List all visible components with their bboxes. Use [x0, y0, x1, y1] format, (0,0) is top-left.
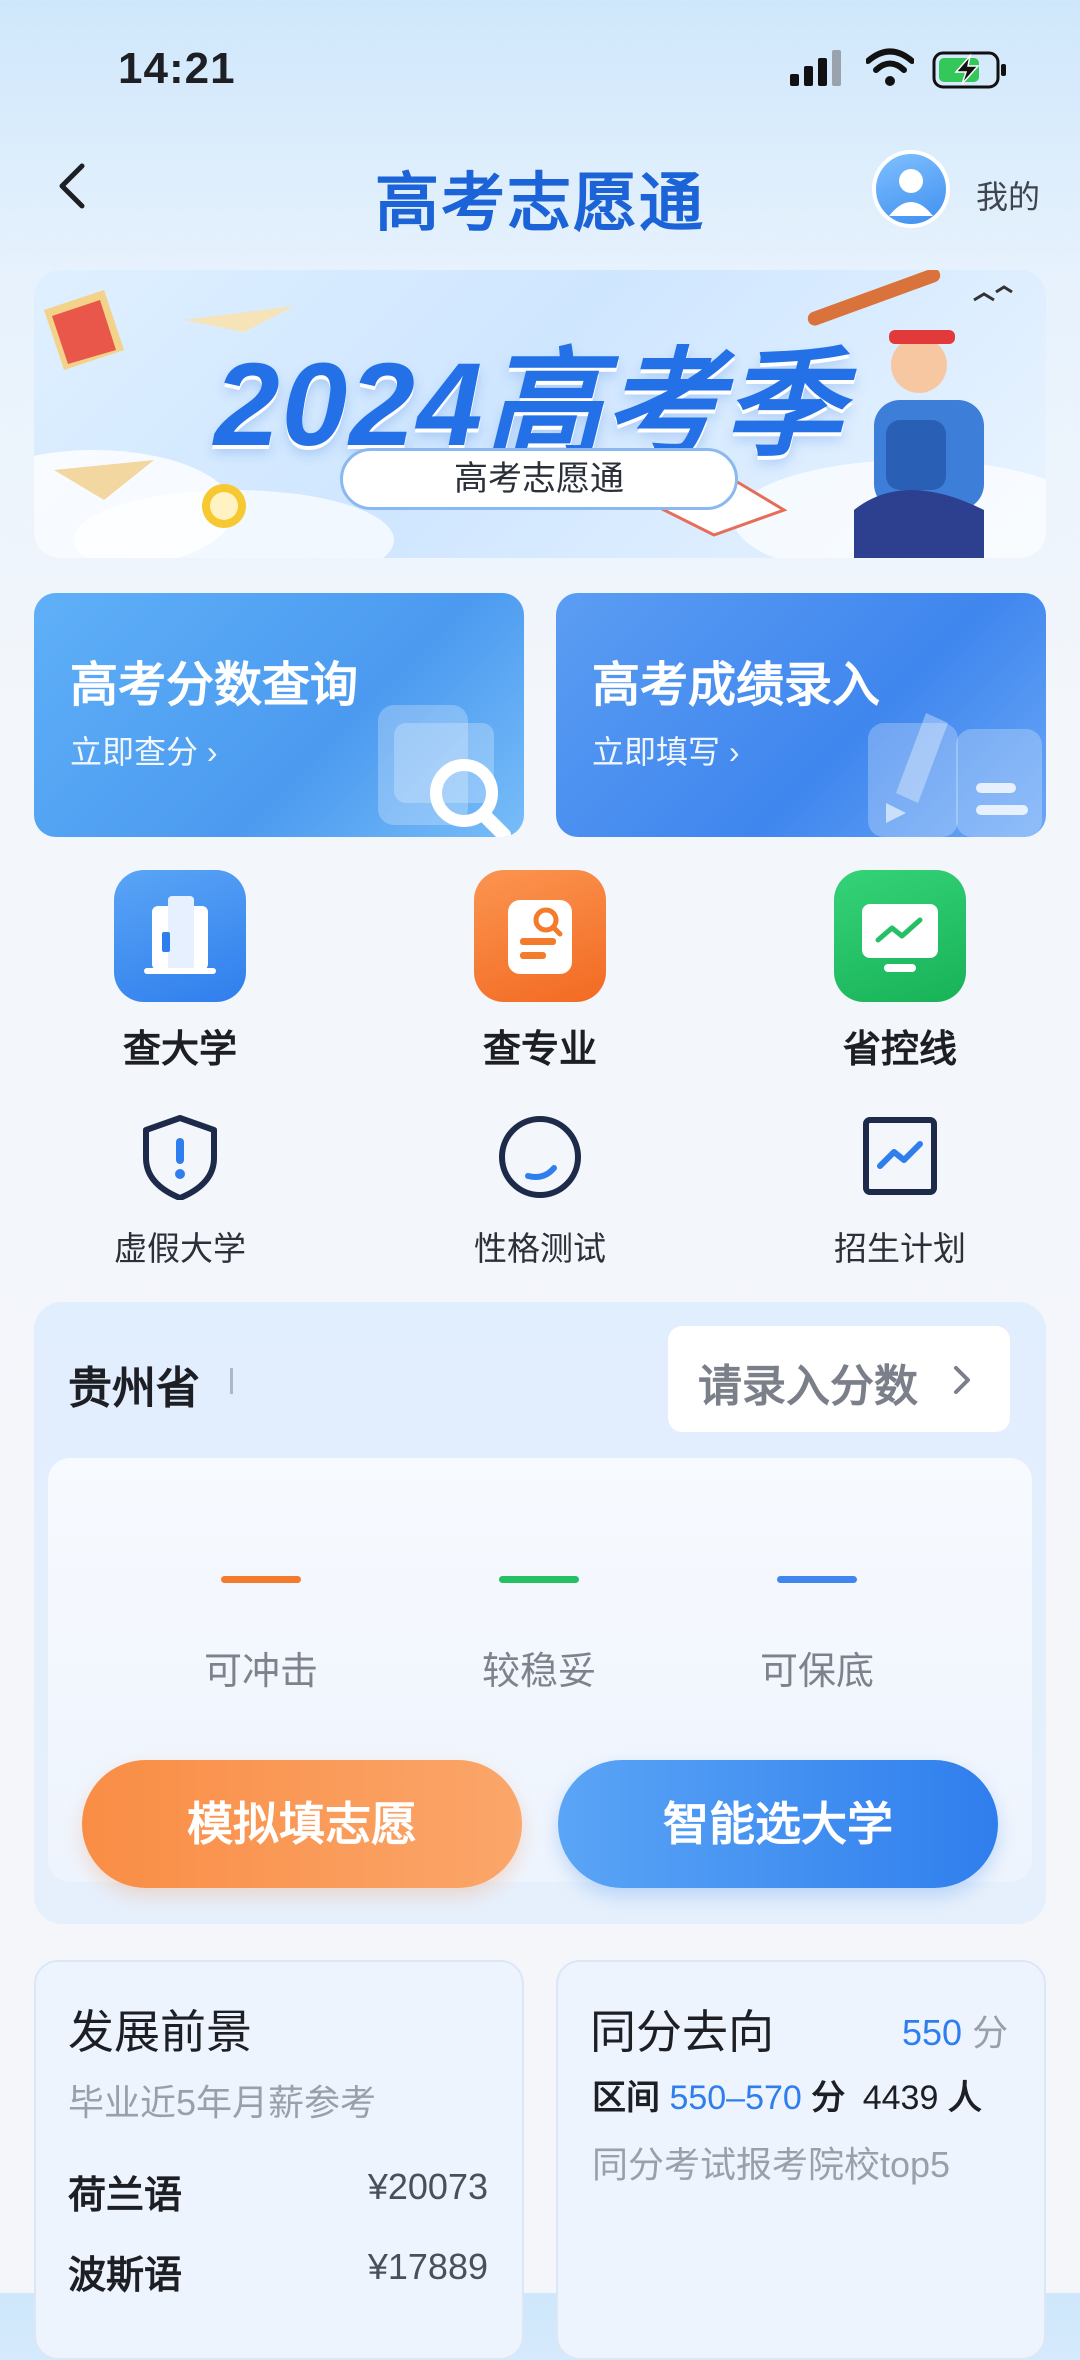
major-salary: ¥20073 [367, 2166, 488, 2207]
smart-select-button[interactable]: 智能选大学 [558, 1760, 998, 1888]
search-document-icon [378, 705, 511, 837]
wifi-icon [866, 48, 914, 86]
range-label: 区间 [592, 2079, 660, 2117]
promo-banner[interactable]: 2024高考季 高考志愿通 [34, 270, 1046, 558]
major-name: 荷兰语 [68, 2175, 183, 2217]
score-number: 550 [902, 2012, 963, 2053]
score-entry-card[interactable]: 高考成绩录入 立即填写 › [556, 593, 1046, 837]
mine-link[interactable]: 我的 [976, 172, 1040, 218]
enrollment-plan-label: 招生计划 [834, 1230, 966, 1267]
trend-chart-icon [863, 1117, 937, 1195]
province-divider [230, 1368, 233, 1394]
range-unit: 分 [811, 2079, 846, 2117]
major-name: 波斯语 [68, 2255, 183, 2297]
safe-indicator [777, 1576, 857, 1583]
shield-alert-icon [143, 1115, 217, 1200]
battery-charging-icon [932, 51, 1006, 89]
simulate-application-button[interactable]: 模拟填志愿 [82, 1760, 522, 1888]
banner-subtitle: 高考志愿通 [340, 448, 738, 510]
count-value: 4439 [862, 2079, 939, 2117]
circle-progress-icon [499, 1116, 581, 1198]
major-salary: ¥17889 [367, 2246, 488, 2287]
province-label[interactable]: 贵州省 [68, 1352, 200, 1416]
pencil-document-icon [868, 713, 1042, 837]
status-time: 14:21 [118, 44, 236, 93]
score-range: 区间 550–570 分 4439 人 [592, 2070, 982, 2119]
score-entry-action[interactable]: 立即填写 › [592, 727, 740, 773]
prospects-subtitle: 毕业近5年月薪参考 [68, 2082, 377, 2123]
prospects-title: 发展前景 [68, 2006, 252, 2058]
score-query-action[interactable]: 立即查分 › [70, 727, 218, 773]
fake-university-label: 虚假大学 [114, 1230, 246, 1267]
same-score-desc: 同分考试报考院校top5 [592, 2144, 951, 2185]
control-line-label: 省控线 [842, 1029, 957, 1071]
monitor-chart-icon [834, 870, 966, 1002]
avatar[interactable] [872, 150, 950, 228]
count-unit: 人 [947, 2079, 982, 2117]
same-score-title: 同分去向 [590, 2006, 774, 2058]
building-icon [114, 870, 246, 1002]
main-icon-row: 查大学 查专业 省控线 [0, 870, 1080, 1071]
score-value: 550 分 [902, 2004, 1008, 2056]
find-major-label: 查专业 [482, 1029, 597, 1071]
score-unit: 分 [972, 2012, 1009, 2053]
sub-icon-row: 虚假大学 性格测试 招生计划 [0, 1114, 1080, 1274]
safe-label: 可保底 [759, 1651, 874, 1693]
personality-test-label: 性格测试 [474, 1230, 606, 1267]
find-university-label: 查大学 [122, 1029, 237, 1071]
score-query-title: 高考分数查询 [70, 659, 359, 712]
reach-label: 可冲击 [203, 1651, 318, 1693]
enter-score-label: 请录入分数 [698, 1362, 918, 1411]
stable-indicator [499, 1576, 579, 1583]
score-query-card[interactable]: 高考分数查询 立即查分 › [34, 593, 524, 837]
document-search-icon [474, 870, 606, 1002]
chevron-right-icon [954, 1366, 970, 1394]
range-value: 550–570 [669, 2079, 802, 2117]
stable-label: 较稳妥 [481, 1651, 596, 1693]
score-entry-title: 高考成绩录入 [592, 659, 881, 712]
user-icon [889, 169, 933, 216]
cellular-signal-icon [790, 50, 841, 86]
reach-indicator [221, 1576, 301, 1583]
